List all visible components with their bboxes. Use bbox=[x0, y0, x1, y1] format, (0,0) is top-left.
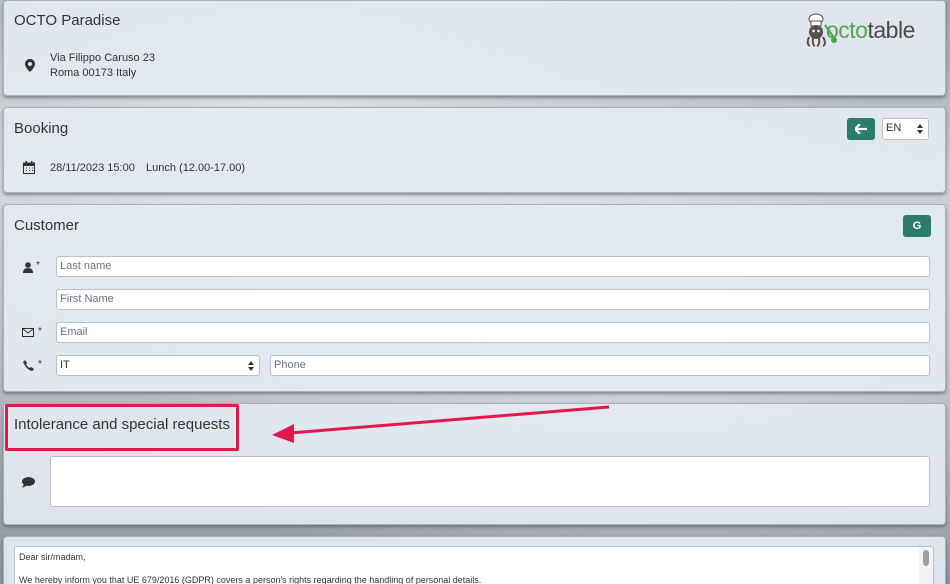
annotation-arrow bbox=[272, 405, 610, 443]
